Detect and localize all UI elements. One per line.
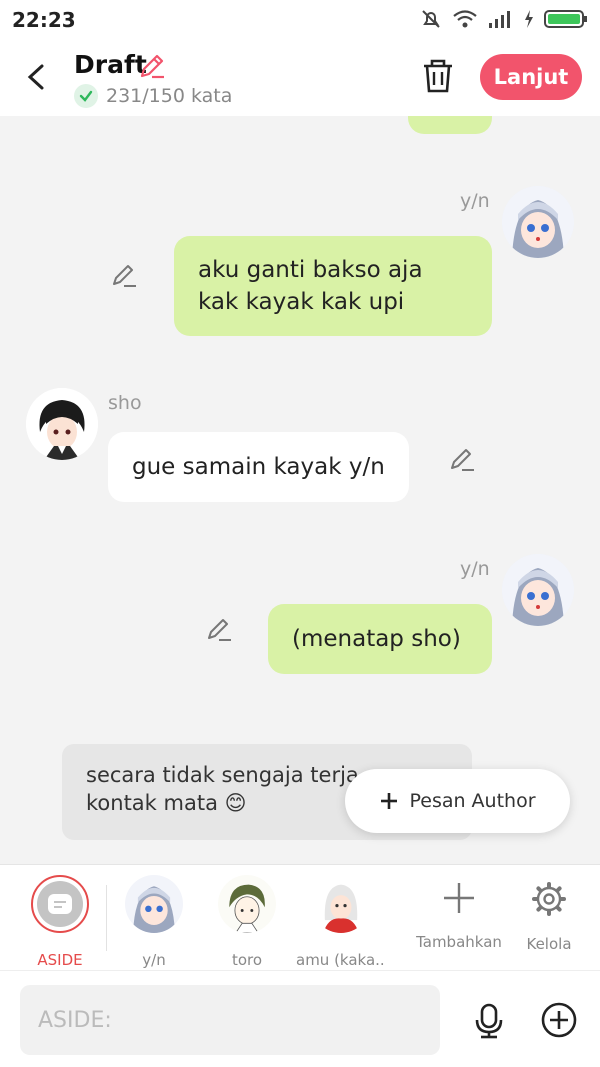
manage-button[interactable]: Kelola bbox=[504, 881, 594, 953]
word-count-text: 231/150 kata bbox=[106, 85, 233, 107]
header: Draft 231/150 kata Lanjut bbox=[0, 40, 600, 116]
edit-title-icon[interactable] bbox=[138, 52, 166, 80]
chat-area[interactable]: y/n aku ganti bakso aja kak kayak kak up… bbox=[0, 116, 600, 864]
edit-message-icon[interactable] bbox=[448, 446, 476, 474]
avatar bbox=[125, 875, 183, 933]
author-message-button[interactable]: Pesan Author bbox=[345, 769, 570, 833]
character-label: toro bbox=[231, 951, 263, 969]
page-title: Draft bbox=[74, 50, 147, 79]
character-aside[interactable]: ASIDE bbox=[15, 875, 105, 969]
plus-icon bbox=[381, 793, 398, 809]
plus-icon bbox=[444, 883, 474, 913]
wifi-icon bbox=[453, 10, 477, 28]
add-character-button[interactable]: Tambahkan bbox=[414, 881, 504, 951]
character-amu[interactable]: amu (kaka... bbox=[296, 875, 386, 969]
status-icons bbox=[420, 8, 588, 30]
author-message-label: Pesan Author bbox=[409, 790, 536, 812]
message-bubble-partial[interactable] bbox=[408, 116, 492, 134]
add-circle-icon[interactable] bbox=[540, 1001, 578, 1039]
character-label: ASIDE bbox=[37, 951, 83, 969]
input-bar bbox=[0, 970, 600, 1067]
speaker-name: sho bbox=[108, 392, 142, 414]
character-toro[interactable]: toro bbox=[202, 875, 292, 969]
mute-alarm-icon bbox=[422, 10, 440, 28]
battery-icon bbox=[544, 10, 587, 28]
avatar-yn[interactable] bbox=[502, 554, 574, 626]
message-text: (menatap sho) bbox=[292, 626, 461, 652]
message-text: gue samain kayak y/n bbox=[132, 454, 385, 480]
character-bar: ASIDE y/n toro amu (kaka... Tambahkan Ke… bbox=[0, 864, 600, 970]
character-label: amu (kaka... bbox=[296, 951, 386, 969]
message-bubble[interactable]: (menatap sho) bbox=[268, 604, 492, 674]
speaker-name: y/n bbox=[460, 190, 490, 212]
back-arrow-icon[interactable] bbox=[22, 60, 52, 94]
manage-label: Kelola bbox=[526, 935, 572, 953]
add-label: Tambahkan bbox=[416, 933, 502, 951]
word-count: 231/150 kata bbox=[74, 84, 232, 108]
next-button[interactable]: Lanjut bbox=[480, 54, 582, 100]
check-icon bbox=[74, 84, 98, 108]
speaker-name: y/n bbox=[460, 558, 490, 580]
message-text-line: aku ganti bakso aja bbox=[198, 257, 423, 283]
message-bubble[interactable]: gue samain kayak y/n bbox=[108, 432, 409, 502]
avatar bbox=[312, 875, 370, 933]
status-time: 22:23 bbox=[12, 8, 76, 32]
charging-icon bbox=[525, 10, 533, 28]
character-yn[interactable]: y/n bbox=[109, 875, 199, 969]
message-icon bbox=[48, 894, 72, 914]
message-input[interactable] bbox=[20, 985, 440, 1055]
avatar bbox=[218, 875, 276, 933]
aside-avatar bbox=[31, 875, 89, 933]
divider bbox=[106, 885, 107, 951]
trash-icon[interactable] bbox=[421, 58, 455, 94]
message-text-line: kak kayak kak upi bbox=[198, 289, 405, 315]
avatar-yn[interactable] bbox=[502, 186, 574, 258]
gear-icon bbox=[532, 882, 566, 916]
microphone-icon[interactable] bbox=[472, 1003, 506, 1039]
edit-message-icon[interactable] bbox=[110, 262, 138, 290]
signal-icon bbox=[489, 11, 510, 28]
status-bar: 22:23 bbox=[0, 0, 600, 40]
character-label: y/n bbox=[142, 951, 166, 969]
avatar-sho[interactable] bbox=[26, 388, 98, 460]
message-bubble[interactable]: aku ganti bakso aja kak kayak kak upi bbox=[174, 236, 492, 336]
edit-message-icon[interactable] bbox=[205, 616, 233, 644]
